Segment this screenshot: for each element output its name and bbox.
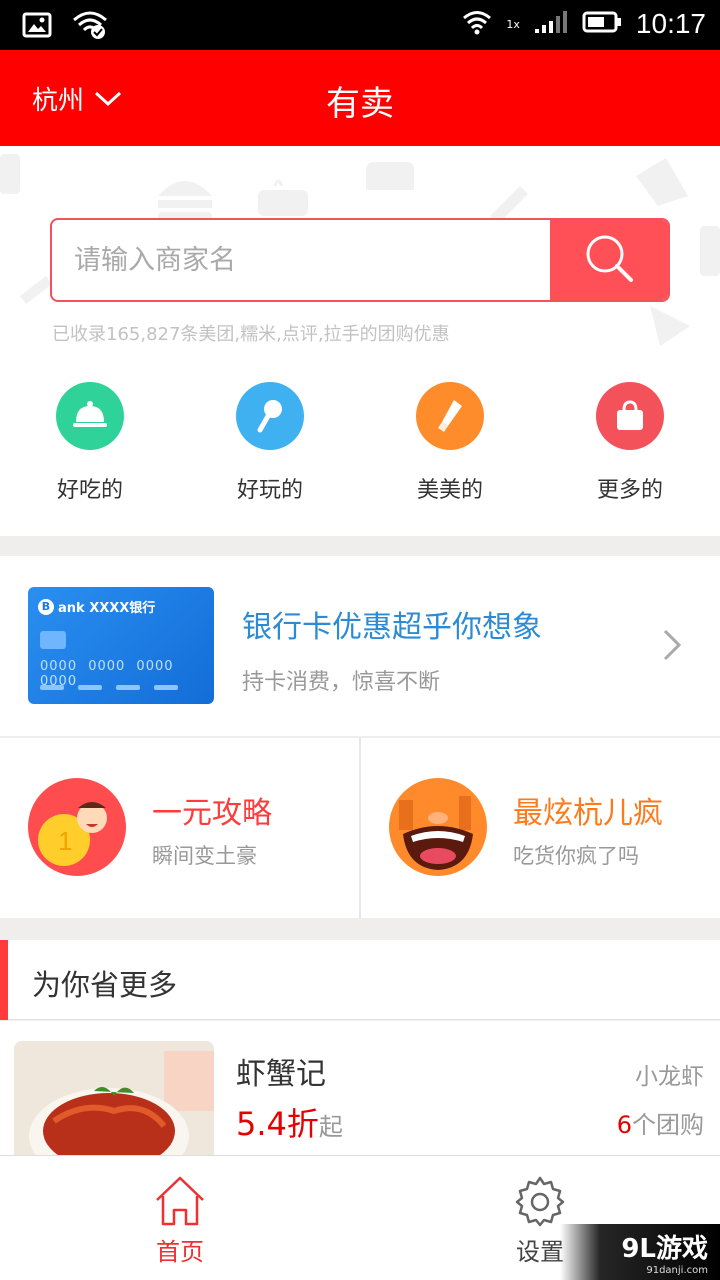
gear-icon [360,1174,720,1228]
category-fun[interactable]: 好玩的 [200,382,340,504]
deal-discount: 5.4折起 [236,1099,343,1145]
page-title: 有卖 [326,84,394,124]
status-bar: 1x 10:17 [0,0,720,50]
deal-discount-suffix: 起 [318,1113,343,1141]
promo-title: 最炫杭儿疯 [513,796,663,831]
promo-subtitle: 吃货你疯了吗 [513,844,639,868]
signal-icon [534,9,568,39]
tab-home[interactable]: 首页 [0,1156,360,1280]
watermark-text: 9L游戏 [621,1234,708,1264]
category-beauty[interactable]: 美美的 [380,382,520,504]
category-label: 美美的 [416,478,483,503]
search-box [50,218,670,302]
app-root: 1x 10:17 杭州 有卖 请输入商家名 已收录165,827条美团,糯米,点… [0,0,720,1280]
tab-label: 首页 [156,1238,204,1266]
promo-one-yuan[interactable]: 1 一元攻略 瞬间变土豪 [0,738,359,918]
promo-title: 一元攻略 [152,796,272,831]
section-accent-bar [0,940,8,1020]
card-bank-name: B ank XXXX银行 [38,597,155,616]
watermark-logo: 9L游戏 91danji.com [560,1224,720,1280]
status-time: 10:17 [635,8,706,39]
deal-count-suffix: 个团购 [632,1111,704,1139]
card-bank-label: ank XXXX银行 [58,601,156,616]
section-header: 为你省更多 [0,940,720,1020]
shopping-bag-icon [596,382,664,450]
promo-hangzhou[interactable]: 最炫杭儿疯 吃货你疯了吗 [361,738,720,918]
search-section: 已收录165,827条美团,糯米,点评,拉手的团购优惠 好吃的 好玩的 美美的 [0,146,720,536]
bank-logo-icon: B [38,598,54,615]
watermark-sub: 91danji.com [646,1265,708,1276]
deal-discount-value: 5.4折 [236,1105,319,1143]
image-notification-icon [22,12,52,42]
bank-card-image: B ank XXXX银行 0000 0000 0000 0000 [28,587,214,704]
deal-count-value: 6 [616,1111,632,1139]
category-label: 更多的 [596,478,663,503]
category-food[interactable]: 好吃的 [20,382,160,504]
search-input[interactable] [52,220,552,300]
section-title: 为你省更多 [32,968,178,1002]
category-more[interactable]: 更多的 [560,382,700,504]
bank-banner-title: 银行卡优惠超乎你想象 [242,610,542,645]
lipstick-icon [416,382,484,450]
svg-text:1: 1 [58,826,72,856]
category-row: 好吃的 好玩的 美美的 更多的 [0,382,720,512]
network-type: 1x [506,17,520,31]
coin-mascot-icon: 1 [28,778,126,876]
wifi-icon [462,9,492,39]
microphone-icon [236,382,304,450]
status-right: 1x 10:17 [462,8,706,40]
home-icon [0,1174,360,1228]
app-header: 杭州 有卖 [0,50,720,146]
bank-card-banner[interactable]: B ank XXXX银行 0000 0000 0000 0000 银行卡优惠超乎… [0,556,720,736]
search-button[interactable] [550,220,668,300]
promo-subtitle: 瞬间变土豪 [152,844,257,868]
category-label: 好玩的 [236,478,303,503]
deal-count: 6个团购 [617,1105,704,1140]
card-chip-icon [40,631,66,649]
deal-name: 虾蟹记 [236,1057,326,1092]
card-stripes [40,685,178,690]
bottom-tab-bar: 首页 设置 9L游戏 91danji.com [0,1155,720,1280]
deal-category-tag: 小龙虾 [635,1064,704,1090]
chevron-right-icon [662,628,682,666]
deal-thumbnail [14,1041,214,1156]
bank-banner-subtitle: 持卡消费，惊喜不断 [242,670,441,695]
foodie-mouth-icon [389,778,487,876]
wifi-check-icon [72,10,108,44]
status-left [22,10,108,44]
category-label: 好吃的 [56,478,123,503]
search-icon [583,232,635,288]
food-cloche-icon [56,382,124,450]
deal-list-item[interactable]: 虾蟹记 小龙虾 5.4折起 6个团购 [0,1021,720,1156]
promo-row: 1 一元攻略 瞬间变土豪 最炫杭儿疯 吃货你疯了吗 [0,738,720,918]
collected-note: 已收录165,827条美团,糯米,点评,拉手的团购优惠 [52,324,450,345]
battery-icon [582,10,622,38]
